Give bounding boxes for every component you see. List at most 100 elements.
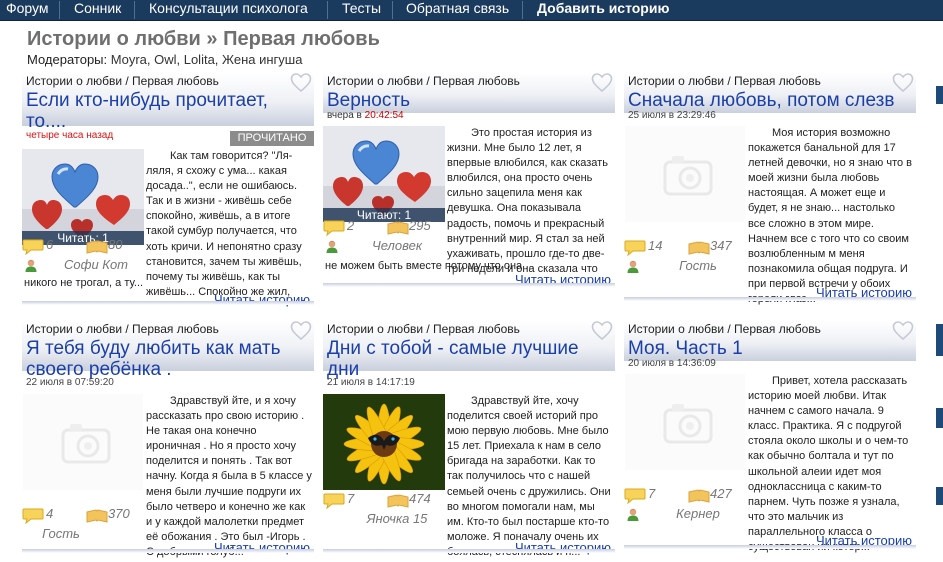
story-date: 22 июля в 07:59:20 [26, 377, 114, 388]
card-footer-bar [323, 283, 615, 287]
story-author[interactable]: Гость [22, 526, 100, 541]
story-title[interactable]: Я тебя буду любить как мать своего ребён… [26, 338, 310, 380]
story-excerpt: Это простая история из жизни. Мне было 1… [447, 127, 608, 275]
read-count: 347 [710, 238, 732, 253]
flower-image [323, 394, 445, 490]
nav-dream-book[interactable]: Сонник [74, 0, 121, 20]
story-excerpt: Здравствуй йте, хочу поделится своей ист… [447, 395, 611, 558]
story-author[interactable]: Гость [650, 258, 746, 273]
story-stats: 7 427 Кернер [624, 486, 746, 528]
page-title: Истории о любви » Первая любовь [27, 28, 380, 50]
card-footer-bar [22, 301, 314, 305]
book-icon [387, 493, 409, 509]
moderators: Модераторы: Moyra, Owl, Lolita, Жена инг… [27, 52, 302, 67]
story-title[interactable]: Моя. Часть 1 [628, 338, 912, 359]
comment-count: 7 [648, 486, 656, 501]
story-card: Истории о любви / Первая любовь Дни с то… [323, 321, 615, 558]
read-count: 474 [409, 491, 431, 506]
comment-icon [22, 508, 44, 524]
story-date: 20 июля в 14:36:09 [628, 358, 716, 369]
user-avatar-icon [626, 507, 640, 521]
story-date: 21 июля в 14:17:19 [327, 377, 415, 388]
story-author[interactable]: Яночка 15 [349, 511, 445, 526]
edge-strip [936, 487, 943, 505]
story-title[interactable]: Сначала любовь, потом слезв [628, 90, 912, 111]
story-excerpt: Привет, хотела рассказать историю моей л… [748, 375, 909, 553]
comment-icon [22, 239, 44, 255]
nav-forum[interactable]: Форум [6, 0, 49, 20]
edge-strip [936, 86, 943, 104]
book-icon [688, 240, 710, 256]
story-author[interactable]: Человек [349, 238, 445, 253]
story-category[interactable]: Истории о любви / Первая любовь [628, 74, 821, 88]
story-category[interactable]: Истории о любви / Первая любовь [327, 322, 520, 336]
story-date: 25 июля в 23:29:46 [628, 110, 716, 121]
story-image[interactable] [624, 126, 746, 222]
book-icon [688, 488, 710, 504]
moderators-list[interactable]: Moyra, Owl, Lolita, Жена ингуша [111, 52, 303, 67]
card-footer-bar [624, 545, 916, 549]
comment-icon [323, 493, 345, 509]
story-card: Истории о любви / Первая любовь Верность… [323, 73, 615, 305]
story-category[interactable]: Истории о любви / Первая любовь [26, 322, 219, 336]
nav-psychologist[interactable]: Консультации психолога [149, 0, 308, 20]
camera-placeholder-icon [22, 394, 144, 490]
story-date: четыре часа назад [26, 130, 114, 141]
story-card: Истории о любви / Первая любовь Если кто… [22, 73, 314, 307]
read-count: 370 [108, 506, 130, 521]
story-stats: 2 295 Человек [323, 218, 445, 260]
edge-strip [936, 324, 943, 356]
book-icon [387, 220, 409, 236]
comment-icon [624, 240, 646, 256]
story-excerpt: Моя история возможно покажется банальной… [748, 127, 913, 305]
comment-icon [624, 488, 646, 504]
story-category[interactable]: Истории о любви / Первая любовь [327, 74, 520, 88]
comment-count: 7 [347, 491, 355, 506]
user-avatar-icon [24, 258, 38, 272]
user-avatar-icon [626, 259, 640, 273]
top-nav: Форум Сонник Консультации психолога Тест… [0, 0, 943, 21]
story-category[interactable]: Истории о любви / Первая любовь [628, 322, 821, 336]
story-date: вчера в 20:42:54 [327, 110, 404, 121]
story-image[interactable] [624, 374, 746, 470]
story-card: Истории о любви / Первая любовь Я тебя б… [22, 321, 314, 558]
story-author[interactable]: Кернер [650, 506, 746, 521]
read-count: 80 [108, 237, 123, 252]
story-card: Истории о любви / Первая любовь Моя. Час… [624, 321, 916, 553]
story-title[interactable]: Если кто-нибудь прочитает, то.... [26, 90, 310, 132]
book-icon [86, 508, 108, 524]
comment-count: 6 [46, 237, 54, 252]
story-title[interactable]: Верность [327, 90, 611, 111]
user-avatar-icon [325, 239, 339, 253]
comment-count: 14 [648, 238, 663, 253]
read-badge: ПРОЧИТАНО [230, 131, 314, 146]
story-category[interactable]: Истории о любви / Первая любовь [26, 74, 219, 88]
nav-add-story[interactable]: Добавить историю [537, 0, 669, 20]
nav-feedback[interactable]: Обратная связь [406, 0, 509, 20]
story-excerpt: Здравствуй йте, и я хочу рассказать про … [146, 395, 312, 558]
comment-count: 4 [46, 506, 54, 521]
card-footer-bar [624, 297, 916, 301]
story-stats: 4 370 Гость [22, 506, 144, 548]
story-stats: 6 80 Софи Кот [22, 237, 144, 279]
story-card: Истории о любви / Первая любовь Сначала … [624, 73, 916, 305]
story-author[interactable]: Софи Кот [48, 257, 144, 272]
camera-placeholder-icon [624, 374, 746, 470]
edge-strip [936, 408, 943, 428]
story-stats: 14 347 Гость [624, 238, 746, 280]
story-image[interactable] [22, 394, 144, 490]
comment-count: 2 [347, 218, 355, 233]
read-count: 427 [710, 486, 732, 501]
story-image[interactable] [323, 394, 445, 490]
nav-tests[interactable]: Тесты [342, 0, 381, 20]
comment-icon [323, 220, 345, 236]
story-stats: 7 474 Яночка 15 [323, 491, 445, 533]
story-image[interactable]: Читают: 1 [323, 126, 445, 222]
book-icon [86, 239, 108, 255]
card-footer-bar [22, 549, 314, 553]
card-footer-bar [323, 549, 615, 553]
story-title[interactable]: Дни с тобой - самые лучшие дни [327, 338, 611, 380]
read-count: 295 [409, 218, 431, 233]
camera-placeholder-icon [624, 126, 746, 222]
story-image[interactable]: Читать: 1 [22, 149, 144, 245]
